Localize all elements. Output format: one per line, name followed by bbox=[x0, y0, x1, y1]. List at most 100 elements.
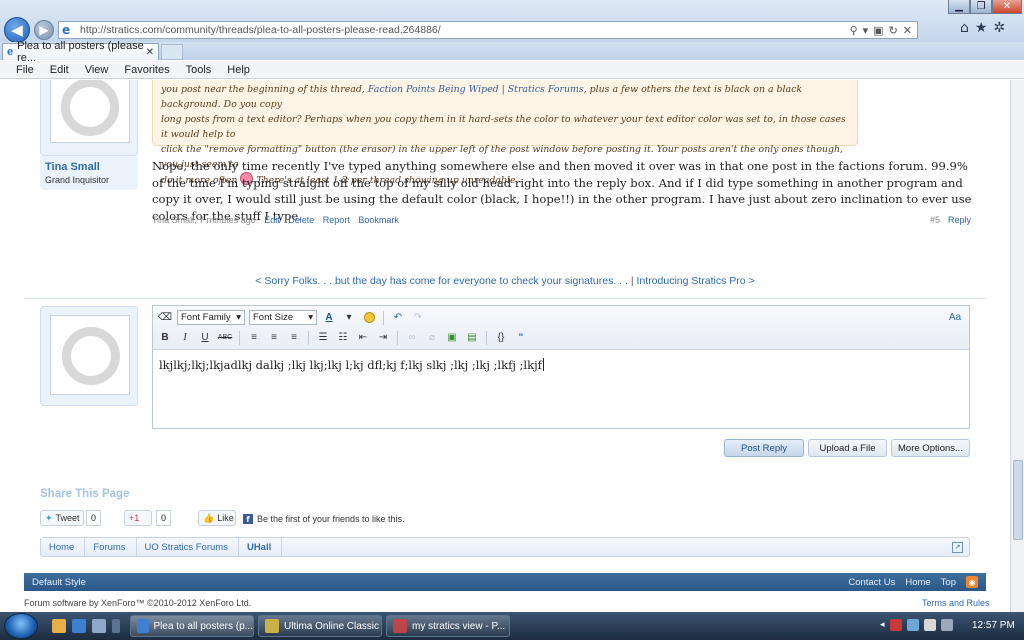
bookmark-link[interactable]: Bookmark bbox=[358, 215, 399, 225]
maximize-button[interactable]: ❐ bbox=[970, 0, 992, 14]
gear-icon[interactable]: ✲ bbox=[993, 20, 1005, 36]
breadcrumb-home[interactable]: Home bbox=[41, 537, 86, 557]
image-icon[interactable]: ▣ bbox=[444, 330, 460, 345]
rss-icon[interactable]: ◉ bbox=[966, 576, 978, 588]
home-icon[interactable]: ⌂ bbox=[960, 20, 969, 36]
volume-icon[interactable] bbox=[923, 619, 936, 631]
username-link[interactable]: Tina Small bbox=[45, 161, 100, 173]
next-thread-link[interactable]: Introducing Stratics Pro > bbox=[637, 275, 755, 287]
align-right-icon[interactable]: ≡ bbox=[286, 330, 302, 345]
desktop-quicklaunch-icon[interactable] bbox=[92, 619, 106, 633]
toggle-bbcode-icon[interactable]: Aa bbox=[947, 310, 963, 325]
quicklaunch-chevron-icon[interactable] bbox=[112, 619, 120, 633]
post-number[interactable]: #5 bbox=[930, 215, 940, 225]
top-link[interactable]: Top bbox=[941, 577, 956, 588]
font-size-select[interactable]: Font Size ▾ bbox=[249, 310, 317, 325]
previous-thread-link[interactable]: < Sorry Folks. . . but the day has come … bbox=[255, 275, 628, 287]
minimize-button[interactable]: ▁ bbox=[948, 0, 970, 14]
edit-link[interactable]: Edit bbox=[264, 215, 280, 225]
favorites-star-icon[interactable]: ★ bbox=[975, 20, 988, 36]
align-left-icon[interactable]: ≡ bbox=[246, 330, 262, 345]
refresh-icon[interactable]: ↻ bbox=[889, 24, 898, 37]
link-icon[interactable]: ∞ bbox=[404, 330, 420, 345]
text-color-icon[interactable]: A bbox=[321, 310, 337, 325]
align-center-icon[interactable]: ≡ bbox=[266, 330, 282, 345]
chevron-down-icon[interactable]: ▾ bbox=[341, 310, 357, 325]
terms-link[interactable]: Terms and Rules bbox=[922, 598, 990, 608]
menu-help[interactable]: Help bbox=[219, 64, 258, 76]
upload-file-button[interactable]: Upload a File bbox=[808, 439, 887, 457]
menu-file[interactable]: File bbox=[8, 64, 42, 76]
more-options-button[interactable]: More Options... bbox=[891, 439, 970, 457]
reply-link[interactable]: Reply bbox=[948, 215, 971, 225]
italic-icon[interactable]: I bbox=[177, 330, 193, 345]
smiley-icon[interactable] bbox=[361, 310, 377, 325]
menu-view[interactable]: View bbox=[77, 64, 117, 76]
footer-home-link[interactable]: Home bbox=[905, 577, 930, 588]
undo-icon[interactable]: ↶ bbox=[390, 310, 406, 325]
bold-icon[interactable]: B bbox=[157, 330, 173, 345]
close-tab-icon[interactable]: ✕ bbox=[146, 47, 154, 58]
quote-icon[interactable]: “ bbox=[513, 330, 529, 345]
google-plus-button[interactable]: +1 bbox=[124, 510, 152, 526]
network-icon[interactable] bbox=[906, 619, 919, 631]
search-icon[interactable]: ⚲ bbox=[850, 24, 858, 37]
ie-quicklaunch-icon[interactable] bbox=[72, 619, 86, 633]
safely-remove-icon[interactable] bbox=[940, 619, 953, 631]
bullet-list-icon[interactable]: ☰ bbox=[315, 330, 331, 345]
taskbar-item-stratics-view[interactable]: my stratics view - P... bbox=[386, 615, 510, 637]
font-family-label: Font Family bbox=[181, 312, 231, 323]
contact-us-link[interactable]: Contact Us bbox=[848, 577, 895, 588]
style-chooser-link[interactable]: Default Style bbox=[32, 577, 86, 588]
redo-icon[interactable]: ↷ bbox=[410, 310, 426, 325]
tab-plea-thread[interactable]: e Plea to all posters (please re... ✕ bbox=[2, 40, 159, 64]
explorer-quicklaunch-icon[interactable] bbox=[52, 619, 66, 633]
menu-edit[interactable]: Edit bbox=[42, 64, 77, 76]
forward-button[interactable]: ▶ bbox=[34, 20, 54, 40]
facebook-like-button[interactable]: 👍 Like bbox=[198, 510, 236, 526]
post-reply-button[interactable]: Post Reply bbox=[724, 439, 804, 457]
post-author-date[interactable]: Tina Small, 7 minutes ago bbox=[152, 215, 256, 225]
vertical-scrollbar[interactable] bbox=[1010, 80, 1024, 612]
new-tab-button[interactable] bbox=[161, 44, 183, 60]
menu-favorites[interactable]: Favorites bbox=[116, 64, 177, 76]
underline-icon[interactable]: U bbox=[197, 330, 213, 345]
address-bar[interactable]: e http://stratics.com/community/threads/… bbox=[58, 21, 918, 39]
numbered-list-icon[interactable]: ☷ bbox=[335, 330, 351, 345]
report-link[interactable]: Report bbox=[323, 215, 350, 225]
start-button[interactable] bbox=[4, 613, 38, 639]
editor-textarea[interactable]: lkjlkj;lkj;lkjadlkj dalkj ;lkj lkj;lkj l… bbox=[153, 350, 969, 380]
outdent-icon[interactable]: ⇤ bbox=[355, 330, 371, 345]
close-window-button[interactable]: ✕ bbox=[992, 0, 1022, 14]
media-icon[interactable]: ▤ bbox=[464, 330, 480, 345]
jump-menu-icon[interactable]: ↗ bbox=[952, 541, 963, 553]
stop-icon[interactable]: ✕ bbox=[903, 24, 912, 37]
delete-link[interactable]: Delete bbox=[288, 215, 314, 225]
indent-icon[interactable]: ⇥ bbox=[375, 330, 391, 345]
taskbar-item-browser[interactable]: Plea to all posters (p... bbox=[130, 615, 254, 637]
unlink-icon[interactable]: ⌀ bbox=[424, 330, 440, 345]
menu-tools[interactable]: Tools bbox=[178, 64, 220, 76]
quote-thread-link[interactable]: Faction Points Being Wiped | Stratics Fo… bbox=[368, 84, 584, 95]
editor-toolbar: ⌫ Font Family ▾ Font Size ▾ A ▾ ↶ ↷ B I U … bbox=[153, 306, 969, 350]
taskbar-item-ultima-online[interactable]: Ultima Online Classic bbox=[258, 615, 382, 637]
tray-expand-icon[interactable]: ◂ bbox=[880, 620, 885, 630]
avatar[interactable] bbox=[50, 80, 130, 143]
address-url[interactable]: http://stratics.com/community/threads/pl… bbox=[80, 24, 441, 36]
strikethrough-icon[interactable]: ABC bbox=[217, 330, 233, 345]
scroll-thumb[interactable] bbox=[1013, 460, 1023, 540]
breadcrumb-forums[interactable]: Forums bbox=[85, 537, 137, 557]
dropdown-icon[interactable]: ▾ bbox=[863, 24, 869, 37]
code-icon[interactable]: {} bbox=[493, 330, 509, 345]
breadcrumb-uhall[interactable]: UHall bbox=[239, 537, 283, 557]
taskbar-clock[interactable]: 12:57 PM bbox=[972, 620, 1015, 631]
breadcrumb-uo-stratics-forums[interactable]: UO Stratics Forums bbox=[137, 537, 239, 557]
tweet-button[interactable]: ✦ Tweet bbox=[40, 510, 84, 526]
antivirus-icon[interactable] bbox=[889, 619, 902, 631]
eraser-icon[interactable]: ⌫ bbox=[157, 310, 173, 325]
compat-icon[interactable]: ▣ bbox=[873, 24, 883, 37]
default-avatar-gear-icon bbox=[61, 80, 119, 136]
tweet-label: Tweet bbox=[55, 513, 80, 523]
font-family-select[interactable]: Font Family ▾ bbox=[177, 310, 245, 325]
avatar[interactable] bbox=[50, 315, 130, 395]
